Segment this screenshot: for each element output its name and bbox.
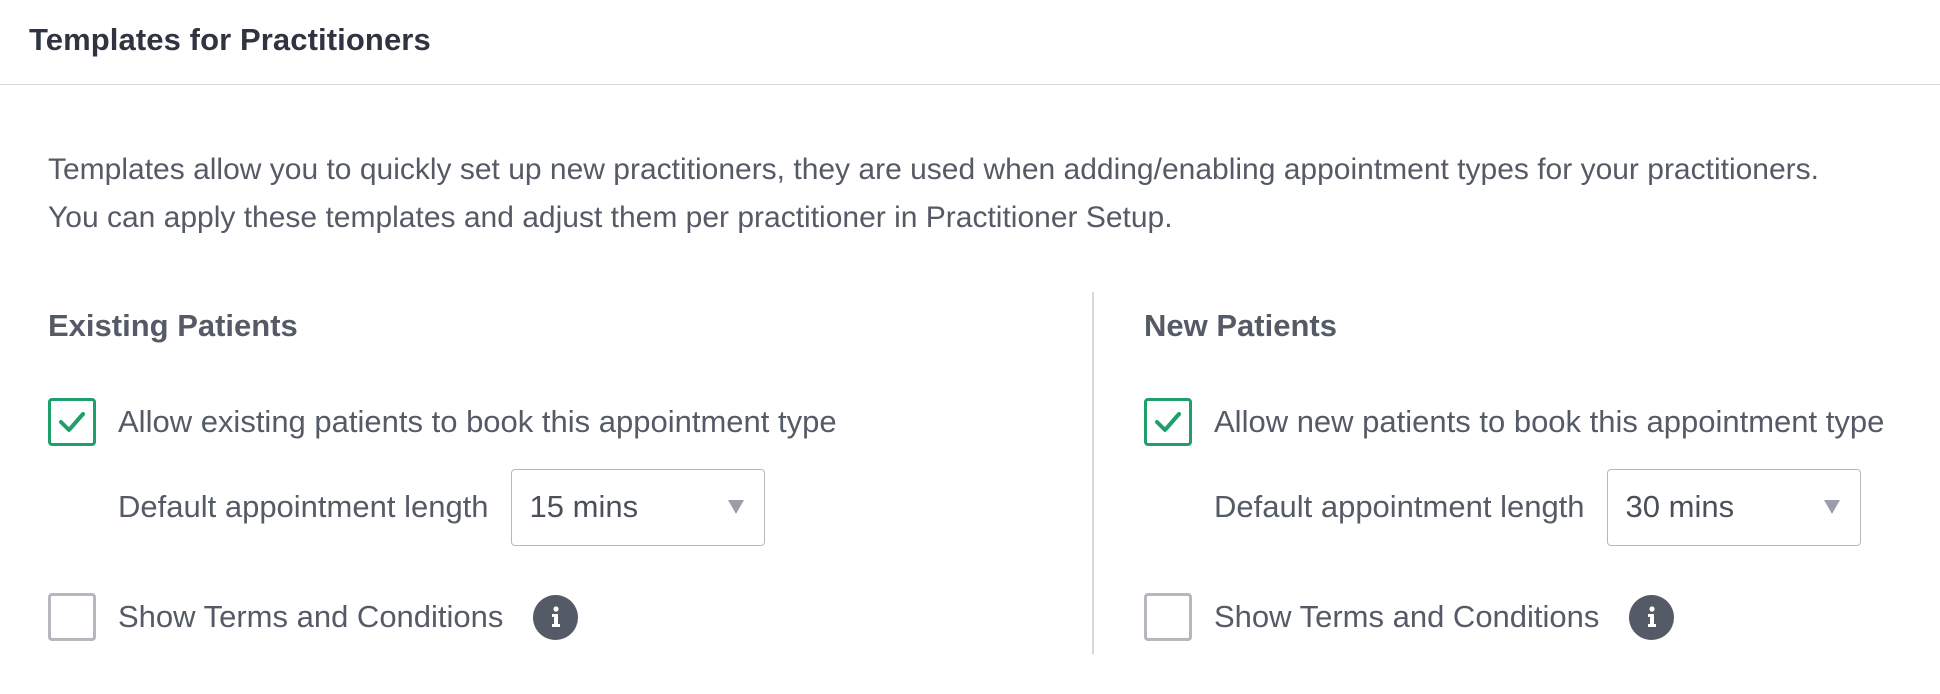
intro-line-2: You can apply these templates and adjust…: [48, 201, 1173, 234]
check-icon: [59, 412, 85, 432]
new-allow-checkbox[interactable]: [1144, 398, 1192, 446]
new-length-label: Default appointment length: [1214, 489, 1585, 524]
existing-terms-checkbox[interactable]: [48, 593, 96, 641]
column-divider: [1092, 292, 1094, 654]
existing-allow-row: Allow existing patients to book this app…: [48, 397, 837, 447]
check-icon: [1155, 412, 1181, 432]
new-terms-label[interactable]: Show Terms and Conditions: [1214, 599, 1599, 635]
existing-length-select[interactable]: 15 mins: [510, 468, 765, 546]
templates-panel: Templates for Practitioners Templates al…: [0, 0, 1940, 694]
panel-header: Templates for Practitioners: [0, 0, 1940, 85]
intro-line-1: Templates allow you to quickly set up ne…: [48, 153, 1819, 186]
intro-text: Templates allow you to quickly set up ne…: [48, 146, 1928, 242]
existing-allow-checkbox[interactable]: [48, 398, 96, 446]
new-length-select[interactable]: 30 mins: [1606, 468, 1861, 546]
new-terms-row: Show Terms and Conditions: [1144, 592, 1675, 642]
new-allow-label[interactable]: Allow new patients to book this appointm…: [1214, 404, 1884, 440]
info-icon[interactable]: [533, 594, 579, 640]
new-terms-checkbox[interactable]: [1144, 593, 1192, 641]
existing-terms-row: Show Terms and Conditions: [48, 592, 579, 642]
new-allow-row: Allow new patients to book this appointm…: [1144, 397, 1884, 447]
new-patients-title: New Patients: [1144, 308, 1337, 343]
info-icon[interactable]: [1629, 594, 1675, 640]
existing-length-row: Default appointment length 15 mins: [118, 468, 765, 546]
existing-length-value: 15 mins: [529, 489, 639, 524]
caret-down-icon: [727, 499, 744, 514]
page-title: Templates for Practitioners: [29, 22, 431, 57]
existing-allow-label[interactable]: Allow existing patients to book this app…: [118, 404, 837, 440]
new-length-value: 30 mins: [1625, 489, 1735, 524]
existing-terms-label[interactable]: Show Terms and Conditions: [118, 599, 503, 635]
existing-length-label: Default appointment length: [118, 489, 489, 524]
caret-down-icon: [1823, 499, 1840, 514]
existing-patients-title: Existing Patients: [48, 308, 298, 343]
new-length-row: Default appointment length 30 mins: [1214, 468, 1861, 546]
